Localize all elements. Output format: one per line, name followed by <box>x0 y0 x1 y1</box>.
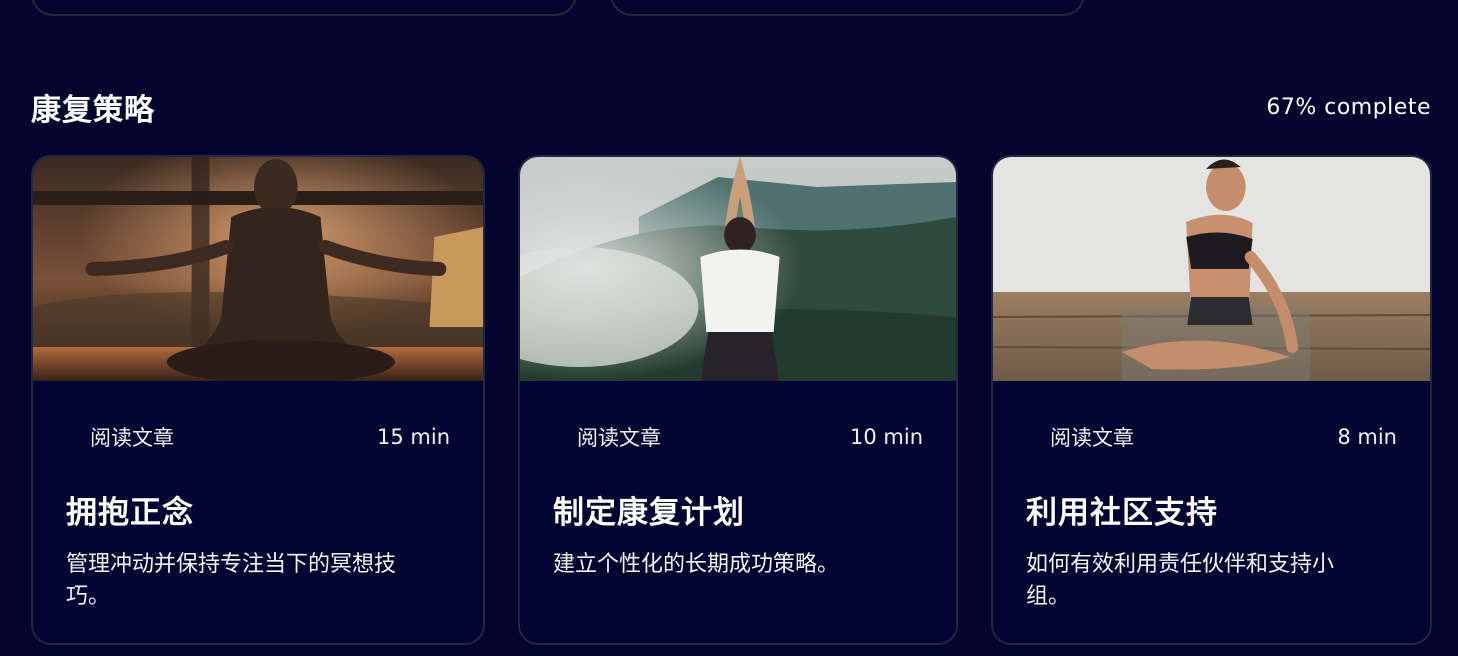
card-description: 管理冲动并保持专注当下的冥想技巧。 <box>66 552 397 609</box>
card-title: 制定康复计划 <box>553 495 745 531</box>
section-title: 康复策略 <box>31 93 155 128</box>
recovery-page: 康复策略 67% complete 阅读文章 15 min 拥抱正念 管理冲动并… <box>0 0 1458 656</box>
duration-label: 8 min <box>1337 425 1397 449</box>
article-card[interactable]: 阅读文章 15 min 拥抱正念 管理冲动并保持专注当下的冥想技巧。 <box>31 155 485 645</box>
card-description: 建立个性化的长期成功策略。 <box>553 552 840 577</box>
yoga-mountain-photo <box>520 157 956 381</box>
content-type-label: 阅读文章 <box>577 426 661 450</box>
meditation-sunset-photo <box>33 157 483 381</box>
content-type-label: 阅读文章 <box>90 426 174 450</box>
article-card[interactable]: 阅读文章 8 min 利用社区支持 如何有效利用责任伙伴和支持小组。 <box>991 155 1432 645</box>
card-title: 拥抱正念 <box>66 495 194 531</box>
card-description: 如何有效利用责任伙伴和支持小组。 <box>1026 552 1335 609</box>
duration-label: 15 min <box>377 425 450 449</box>
article-card[interactable]: 阅读文章 10 min 制定康复计划 建立个性化的长期成功策略。 <box>518 155 958 645</box>
duration-label: 10 min <box>850 425 923 449</box>
section-progress: 67% complete <box>1266 94 1431 120</box>
card-title: 利用社区支持 <box>1026 495 1218 531</box>
yoga-studio-photo <box>993 157 1430 381</box>
section-header: 康复策略 67% complete <box>31 82 1431 132</box>
card-meta: 阅读文章 8 min <box>1050 422 1397 452</box>
content-type-label: 阅读文章 <box>1050 426 1134 450</box>
previous-section-card[interactable] <box>610 0 1085 16</box>
card-meta: 阅读文章 10 min <box>577 422 923 452</box>
previous-section-card[interactable] <box>31 0 577 16</box>
card-meta: 阅读文章 15 min <box>90 422 450 452</box>
